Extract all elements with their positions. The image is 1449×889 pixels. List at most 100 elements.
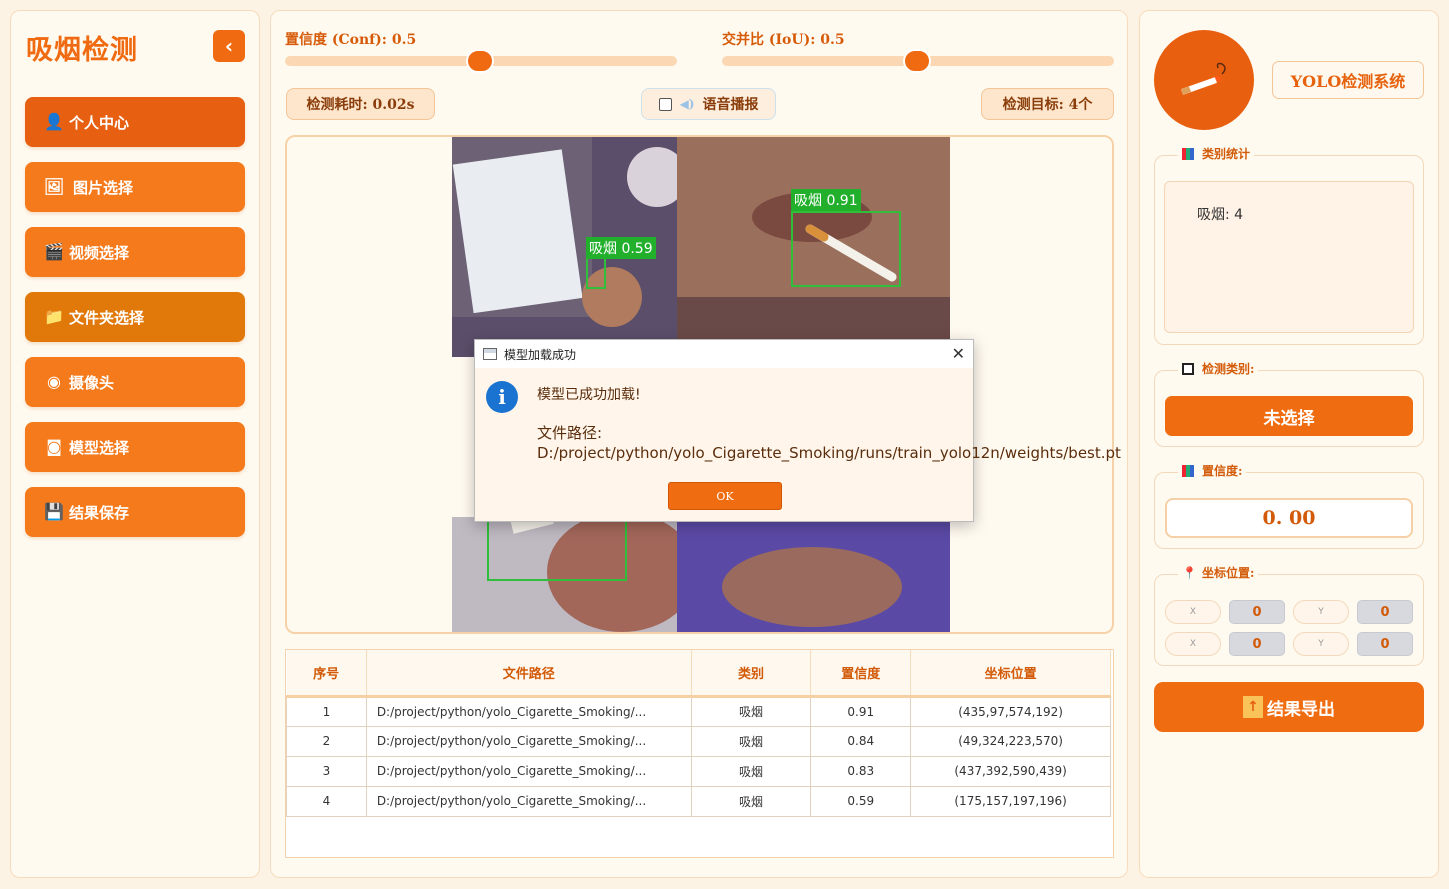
- ok-button[interactable]: OK: [668, 482, 782, 510]
- xmin-value: 0: [1229, 600, 1285, 624]
- folder-icon: 📁: [44, 307, 64, 326]
- cell-confidence: 0.84: [810, 725, 912, 757]
- dialog-title: 模型加载成功: [504, 347, 577, 362]
- pin-icon: 📍: [1182, 565, 1197, 580]
- cell-file-path: D:/project/python/yolo_Cigarette_Smoking…: [365, 785, 692, 817]
- table-row[interactable]: 1 D:/project/python/yolo_Cigarette_Smoki…: [286, 695, 1111, 727]
- class-stats-title: 类别统计: [1202, 147, 1251, 161]
- window-icon: [483, 348, 497, 360]
- confidence-title: 置信度:: [1202, 464, 1243, 478]
- cell-file-path: D:/project/python/yolo_Cigarette_Smoking…: [365, 755, 692, 787]
- cell-confidence: 0.83: [810, 755, 912, 787]
- nav-label: 结果保存: [69, 503, 130, 522]
- conf-slider-handle[interactable]: [466, 49, 494, 73]
- ymin-value: 0: [1357, 600, 1413, 624]
- voice-toggle[interactable]: ◀) 语音播报: [641, 88, 776, 120]
- iou-slider-handle[interactable]: [903, 49, 931, 73]
- nav-label: 视频选择: [69, 243, 130, 262]
- nav-camera[interactable]: ◉ 摄像头: [25, 357, 245, 407]
- smoking-logo-icon: [1154, 30, 1254, 130]
- nav-label: 图片选择: [73, 178, 134, 197]
- nav-folder-select[interactable]: 📁 文件夹选择: [25, 292, 245, 342]
- cell-file-path: D:/project/python/yolo_Cigarette_Smoking…: [365, 695, 692, 727]
- class-stats-label: 类别统计: [1178, 145, 1255, 162]
- detect-time-badge: 检测耗时: 0.02s: [286, 88, 435, 120]
- col-file-path[interactable]: 文件路径: [366, 650, 692, 698]
- ymin-label: Y: [1293, 600, 1349, 624]
- nav-model-select[interactable]: ◙ 模型选择: [25, 422, 245, 472]
- nav-image-select[interactable]: 🖼 图片选择: [25, 162, 245, 212]
- class-select-button[interactable]: 未选择: [1165, 396, 1413, 436]
- cell-class: 吸烟: [690, 695, 812, 727]
- cell-coordinates: (435,97,574,192): [910, 695, 1111, 727]
- table-row[interactable]: 3 D:/project/python/yolo_Cigarette_Smoki…: [286, 755, 1111, 787]
- cell-class: 吸烟: [690, 785, 812, 817]
- table-header-row: 序号 文件路径 类别 置信度 坐标位置: [286, 650, 1111, 698]
- bar-chart-icon: [1182, 464, 1194, 477]
- save-icon: 💾: [44, 502, 64, 521]
- user-icon: 👤: [44, 112, 64, 131]
- nav-label: 文件夹选择: [69, 308, 145, 327]
- voice-label: 语音播报: [702, 97, 759, 113]
- coordinates-title: 坐标位置:: [1202, 566, 1255, 580]
- conf-slider-label: 置信度 (Conf): 0.5: [285, 32, 417, 48]
- iou-slider[interactable]: [722, 49, 1114, 73]
- cell-coordinates: (175,157,197,196): [910, 785, 1111, 817]
- detection-box: [586, 257, 606, 289]
- cell-index: 2: [286, 725, 367, 757]
- model-loaded-dialog: 模型加载成功 ✕ i 模型已成功加载! 文件路径: D:/project/pyt…: [474, 339, 1121, 522]
- cell-class: 吸烟: [690, 755, 812, 787]
- iou-slider-label: 交并比 (IoU): 0.5: [722, 32, 845, 48]
- upload-icon: ↑: [1243, 696, 1263, 718]
- cigarette-icon: [1180, 62, 1226, 95]
- cell-index: 1: [286, 695, 367, 727]
- class-stats-box: 吸烟: 4: [1164, 181, 1414, 333]
- detect-class-title: 检测类别:: [1202, 362, 1255, 376]
- cell-file-path: D:/project/python/yolo_Cigarette_Smoking…: [365, 725, 692, 757]
- detection-box: [791, 211, 901, 287]
- checkbox-icon: [1182, 362, 1194, 375]
- nav-result-save[interactable]: 💾 结果保存: [25, 487, 245, 537]
- chevron-left-icon: ‹: [224, 34, 234, 58]
- detection-label: 吸烟 0.59: [586, 237, 656, 259]
- nav-label: 个人中心: [69, 113, 130, 132]
- camera-icon: ◉: [47, 372, 61, 391]
- export-results-button[interactable]: ↑ 结果导出: [1154, 682, 1424, 732]
- col-confidence[interactable]: 置信度: [810, 650, 912, 698]
- class-stats-text: 吸烟: 4: [1197, 207, 1244, 223]
- col-class[interactable]: 类别: [691, 650, 812, 698]
- cell-class: 吸烟: [690, 725, 812, 757]
- close-icon[interactable]: ✕: [952, 344, 965, 363]
- image-icon: 🖼: [43, 177, 65, 196]
- cell-coordinates: (49,324,223,570): [910, 725, 1111, 757]
- cell-coordinates: (437,392,590,439): [910, 755, 1111, 787]
- info-icon: i: [486, 381, 518, 413]
- ymax-value: 0: [1357, 632, 1413, 656]
- confidence-label: 置信度:: [1178, 462, 1247, 479]
- ymax-label: Y: [1293, 632, 1349, 656]
- model-icon: ◙: [46, 437, 62, 456]
- app-title: 吸烟检测: [26, 35, 138, 66]
- bar-chart-icon: [1182, 147, 1194, 160]
- cell-index: 4: [286, 785, 367, 817]
- xmin-label: X: [1165, 600, 1221, 624]
- dialog-titlebar[interactable]: 模型加载成功: [475, 340, 973, 368]
- conf-slider[interactable]: [285, 49, 677, 73]
- col-index[interactable]: 序号: [286, 650, 367, 698]
- table-row[interactable]: 4 D:/project/python/yolo_Cigarette_Smoki…: [286, 785, 1111, 817]
- nav-video-select[interactable]: 🎬 视频选择: [25, 227, 245, 277]
- collapse-sidebar-button[interactable]: ‹: [213, 30, 245, 62]
- detect-class-label: 检测类别:: [1178, 360, 1259, 377]
- cell-confidence: 0.59: [810, 785, 912, 817]
- nav-personal-center[interactable]: 👤 个人中心: [25, 97, 245, 147]
- cell-index: 3: [286, 755, 367, 787]
- col-coordinates[interactable]: 坐标位置: [910, 650, 1111, 698]
- xmax-label: X: [1165, 632, 1221, 656]
- nav-label: 摄像头: [69, 373, 115, 392]
- voice-checkbox[interactable]: [658, 97, 672, 111]
- cell-confidence: 0.91: [810, 695, 912, 727]
- xmax-value: 0: [1229, 632, 1285, 656]
- detect-target-badge: 检测目标: 4个: [981, 88, 1114, 120]
- table-row[interactable]: 2 D:/project/python/yolo_Cigarette_Smoki…: [286, 725, 1111, 757]
- clapper-icon: 🎬: [44, 242, 64, 261]
